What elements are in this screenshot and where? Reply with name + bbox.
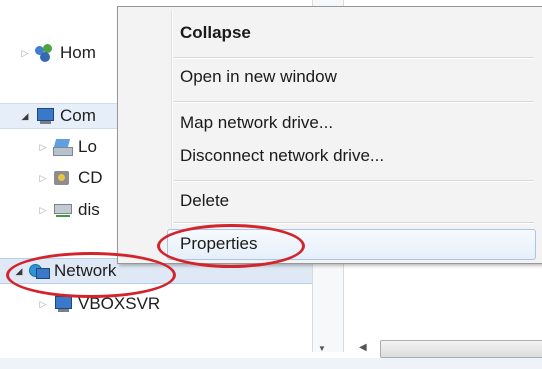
computer-icon — [34, 107, 56, 125]
tree-item-label: Lo — [78, 137, 97, 156]
tree-item-network-drive[interactable]: ▷ dis — [38, 197, 100, 223]
tree-item-label: Com — [60, 106, 96, 125]
annotation-ellipse-properties — [157, 224, 305, 268]
tree-item-homegroup[interactable]: ▷ Hom — [20, 40, 96, 66]
horizontal-scrollbar-thumb[interactable] — [380, 340, 542, 358]
expand-arrow-icon[interactable]: ▷ — [20, 48, 30, 59]
menu-separator — [174, 57, 534, 59]
network-drive-icon — [52, 201, 74, 219]
annotation-ellipse-network — [6, 252, 176, 298]
expand-arrow-icon[interactable]: ▷ — [38, 299, 48, 310]
local-disk-icon — [52, 138, 74, 156]
expand-arrow-icon[interactable]: ▷ — [38, 205, 48, 216]
menu-item-open-in-new-window[interactable]: Open in new window — [180, 62, 337, 92]
expand-arrow-icon[interactable]: ▷ — [38, 142, 48, 153]
expand-arrow-icon[interactable]: ▷ — [38, 173, 48, 184]
menu-item-delete[interactable]: Delete — [180, 186, 229, 216]
computer-icon — [52, 295, 74, 313]
menu-item-collapse[interactable]: Collapse — [180, 18, 251, 48]
collapse-arrow-icon[interactable]: ◢ — [20, 111, 30, 122]
homegroup-icon — [34, 44, 56, 62]
details-pane-edge — [0, 358, 542, 369]
scroll-down-arrow-icon[interactable]: ▼ — [318, 344, 326, 353]
scroll-left-arrow-icon[interactable]: ◀ — [359, 342, 367, 353]
tree-item-label: dis — [78, 200, 100, 219]
cd-drive-icon — [52, 169, 74, 187]
menu-item-map-network-drive[interactable]: Map network drive... — [180, 108, 333, 138]
tree-item-local-disk[interactable]: ▷ Lo — [38, 134, 97, 160]
tree-item-cd-drive[interactable]: ▷ CD — [38, 165, 103, 191]
menu-item-disconnect-network-drive[interactable]: Disconnect network drive... — [180, 141, 384, 171]
menu-separator — [174, 180, 534, 182]
menu-separator — [174, 101, 534, 103]
tree-item-label: Hom — [60, 43, 96, 62]
tree-item-label: CD — [78, 168, 103, 187]
menu-icon-gutter — [171, 10, 173, 260]
